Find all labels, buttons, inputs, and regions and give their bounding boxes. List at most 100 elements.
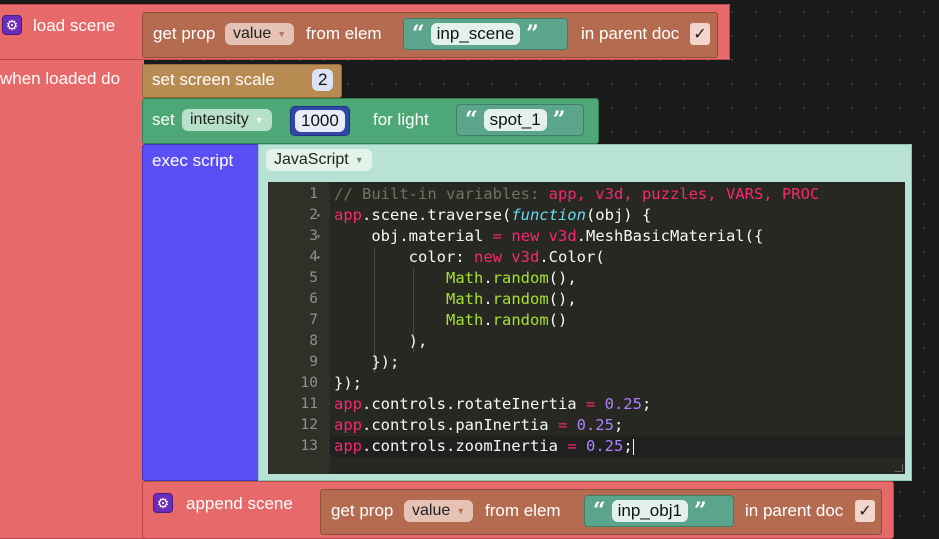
code-token: random <box>492 290 549 308</box>
quote-close-icon: ” <box>552 107 566 133</box>
get-prop-label: get prop <box>153 24 216 43</box>
parent-doc-checkbox[interactable]: ✓ <box>855 500 875 522</box>
code-line: Math.random(), <box>330 289 905 310</box>
code-token: = <box>492 227 502 245</box>
line-number: 10 <box>300 375 318 391</box>
code-editor[interactable]: 1 2 3 4 5 6 7 8 9 10 11 12 13 ▾ ▾ ▾ // B… <box>268 182 905 474</box>
get-prop-label: get prop <box>331 501 394 520</box>
code-token: (), <box>548 269 577 287</box>
prop-dropdown[interactable]: value ▼ <box>404 500 474 522</box>
language-value: JavaScript <box>274 151 349 168</box>
line-number: 8 <box>309 333 318 349</box>
code-line: app.scene.traverse(function(obj) { <box>330 205 905 226</box>
elem-id-field[interactable]: inp_obj1 <box>611 500 688 522</box>
code-token: .controls.rotateInertia <box>362 395 586 413</box>
quote-open-icon: “ <box>465 107 478 133</box>
light-prop-value: intensity <box>190 111 249 128</box>
line-number: 12 <box>300 417 318 433</box>
code-line-active: app.controls.zoomInertia = 0.25; <box>330 436 905 457</box>
code-token: random <box>492 269 549 287</box>
code-line: app.controls.rotateInertia = 0.25; <box>330 394 905 415</box>
code-builtin-vars: app, v3d, puzzles, VARS, PROC <box>548 185 820 203</box>
code-line: Math.random() <box>330 310 905 331</box>
screen-scale-input[interactable]: 2 <box>312 69 334 91</box>
when-loaded-label: when loaded do <box>0 69 121 88</box>
code-token: v3d <box>511 248 540 266</box>
resize-grip-icon[interactable] <box>895 464 903 472</box>
line-number: 5 <box>309 270 318 286</box>
append-scene-label: append scene <box>186 494 293 513</box>
code-token: = <box>567 437 577 455</box>
code-line: }); <box>334 374 362 392</box>
code-token: app <box>334 416 362 434</box>
language-dropdown[interactable]: JavaScript ▼ <box>266 149 372 171</box>
code-token: ; <box>641 395 652 413</box>
chevron-down-icon: ▼ <box>277 29 287 39</box>
code-token: = <box>557 416 568 434</box>
code-token: random <box>492 311 549 329</box>
code-token: color: <box>334 248 474 266</box>
from-elem-label: from elem <box>306 24 382 43</box>
code-token: (), <box>548 290 577 308</box>
code-token: .controls.panInertia <box>362 416 558 434</box>
number-block[interactable]: 1000 <box>290 106 350 136</box>
elem-id-field[interactable]: inp_scene <box>430 23 521 45</box>
code-line: }); <box>334 353 400 371</box>
exec-script-block[interactable] <box>142 144 264 481</box>
chevron-down-icon: ▼ <box>254 115 264 125</box>
in-parent-doc-label: in parent doc <box>745 501 844 520</box>
light-prop-dropdown[interactable]: intensity ▼ <box>182 109 272 131</box>
text-cursor <box>632 438 634 455</box>
quote-close-icon: ” <box>693 498 707 524</box>
line-number: 11 <box>300 396 318 412</box>
code-token: ; <box>623 437 633 455</box>
code-token: .scene.traverse( <box>362 206 512 224</box>
code-token: obj.material <box>334 227 493 245</box>
code-token: MeshBasicMaterial <box>586 227 745 245</box>
code-line: // Built-in variables: app, v3d, puzzles… <box>330 184 905 205</box>
code-token: ({ <box>744 227 764 245</box>
intensity-input[interactable]: 1000 <box>295 110 345 132</box>
light-name-field[interactable]: spot_1 <box>483 109 547 131</box>
for-light-label: for light <box>373 110 429 129</box>
code-token: Math <box>334 269 484 287</box>
parent-doc-checkbox[interactable]: ✓ <box>690 23 710 45</box>
code-token: () <box>548 311 568 329</box>
code-line: color: new v3d.Color( <box>330 247 905 268</box>
load-scene-label: load scene <box>33 16 116 35</box>
line-number: 7 <box>309 312 318 328</box>
fold-chevron-icon[interactable]: ▾ <box>316 226 326 247</box>
code-token: . <box>539 248 549 266</box>
prop-dropdown[interactable]: value ▼ <box>225 23 295 45</box>
quote-close-icon: ” <box>526 21 539 47</box>
code-token: = <box>585 395 596 413</box>
quote-open-icon: “ <box>593 498 606 524</box>
fold-chevron-icon[interactable]: ▾ <box>316 247 326 268</box>
code-token: app <box>334 395 362 413</box>
code-token: . <box>576 227 586 245</box>
light-string-block[interactable]: “ spot_1 ” <box>456 104 584 136</box>
code-token: . <box>483 311 493 329</box>
code-token: function <box>511 206 586 224</box>
fold-chevron-icon[interactable]: ▾ <box>316 205 326 226</box>
code-token: new <box>501 227 549 245</box>
chevron-down-icon: ▼ <box>354 155 364 165</box>
code-token: Math <box>334 290 484 308</box>
gear-icon[interactable]: ⚙ <box>2 15 22 35</box>
exec-script-label: exec script <box>152 151 234 170</box>
code-token: app <box>334 206 362 224</box>
code-comment: // Built-in variables: <box>334 185 549 203</box>
code-token: . <box>483 290 493 308</box>
in-parent-doc-label: in parent doc <box>581 24 680 43</box>
code-token: Color <box>548 248 596 266</box>
string-block[interactable]: “ inp_scene ” <box>403 18 568 50</box>
string-block[interactable]: “ inp_obj1 ” <box>584 495 734 527</box>
code-token: new <box>473 248 512 266</box>
code-token: . <box>483 269 493 287</box>
code-token: 0.25 <box>567 416 614 434</box>
gear-icon[interactable]: ⚙ <box>153 493 173 513</box>
code-line: Math.random(), <box>330 268 905 289</box>
from-elem-label: from elem <box>485 501 561 520</box>
quote-open-icon: “ <box>412 21 425 47</box>
fold-markers: ▾ ▾ ▾ <box>316 184 326 268</box>
